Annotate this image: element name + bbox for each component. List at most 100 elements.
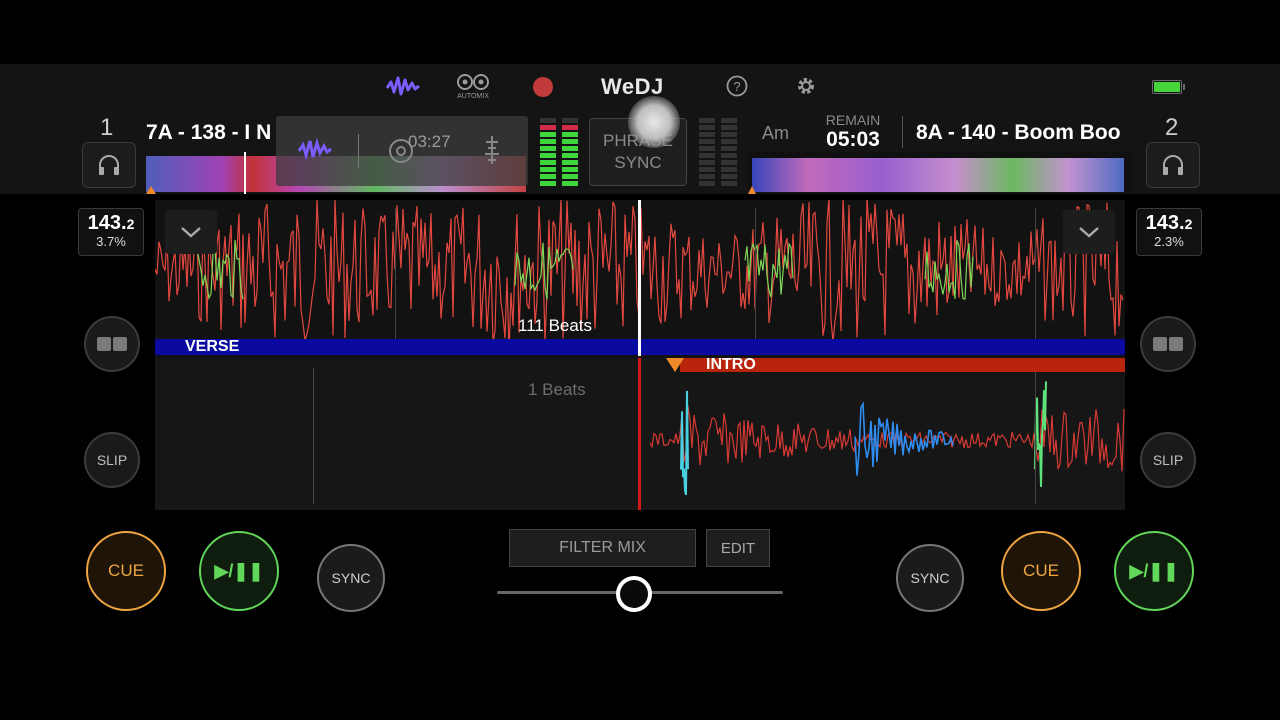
popup-time: 03:27 xyxy=(408,132,451,151)
settings-icon[interactable] xyxy=(796,76,816,96)
deck1-phrase-label: VERSE xyxy=(185,338,240,355)
deck1-cue-button[interactable]: CUE xyxy=(86,531,166,611)
meter-segment xyxy=(699,174,715,179)
deck2-overview-waveform[interactable] xyxy=(748,152,1132,194)
deck1-beat-count: 111 Beats xyxy=(518,316,593,335)
meter-segment xyxy=(721,139,737,144)
deck2-level-meter xyxy=(697,118,743,188)
deck1-play-pause-button[interactable]: ▶/❚❚ xyxy=(199,531,279,611)
divider xyxy=(358,134,359,168)
meter-segment xyxy=(699,118,715,123)
chevron-down-icon xyxy=(1079,227,1099,238)
meter-segment xyxy=(562,139,578,144)
meter-segment xyxy=(562,146,578,151)
beat-grid-line xyxy=(395,208,396,340)
meter-segment xyxy=(540,146,556,151)
deck2-slip-button[interactable]: SLIP xyxy=(1140,432,1196,488)
deck2-bpm-dec: 2 xyxy=(1184,216,1193,232)
headphone-icon xyxy=(1163,155,1183,175)
beat-grid-line xyxy=(313,368,314,504)
deck2-number: 2 xyxy=(1165,114,1179,141)
pads-icon xyxy=(97,337,127,351)
edit-button[interactable]: EDIT xyxy=(706,529,770,567)
deck2-remain-time[interactable]: 05:03 xyxy=(818,128,888,152)
deck2-play-pause-button[interactable]: ▶/❚❚ xyxy=(1114,531,1194,611)
beat-grid-line xyxy=(1035,208,1036,340)
waveform-icon[interactable] xyxy=(298,138,332,160)
deck1-level-meter xyxy=(538,118,584,188)
meter-segment xyxy=(699,181,715,186)
meter-segment xyxy=(562,125,578,130)
meter-segment xyxy=(699,153,715,158)
meter-segment xyxy=(540,181,556,186)
meter-segment xyxy=(699,146,715,151)
deck1-track-title: 7A - 138 - I N xyxy=(146,121,272,144)
cue-marker-icon xyxy=(666,358,684,372)
meter-segment xyxy=(699,139,715,144)
meter-segment xyxy=(699,167,715,172)
meter-segment xyxy=(721,146,737,151)
deck1-sync-button[interactable]: SYNC xyxy=(317,544,385,612)
meter-segment xyxy=(540,139,556,144)
deck2-cue-button[interactable]: CUE xyxy=(1001,531,1081,611)
crossfader-knob[interactable] xyxy=(616,576,653,612)
deck1-number: 1 xyxy=(100,114,114,141)
meter-segment xyxy=(540,153,556,158)
deck2-headphone-button[interactable] xyxy=(1146,142,1200,188)
divider xyxy=(902,116,903,148)
svg-text:?: ? xyxy=(733,79,740,94)
meter-segment xyxy=(699,125,715,130)
headphone-icon xyxy=(99,155,119,175)
deck2-remain-label: REMAIN xyxy=(825,112,881,128)
meter-segment xyxy=(721,167,737,172)
meter-segment xyxy=(540,125,556,130)
meter-segment xyxy=(562,118,578,123)
waveform-icon[interactable] xyxy=(386,74,420,98)
deck2-track-title: 8A - 140 - Boom Boo xyxy=(916,121,1121,144)
meter-segment xyxy=(721,181,737,186)
pads-icon xyxy=(1153,337,1183,351)
meter-segment xyxy=(721,160,737,165)
deck2-zoom-toggle[interactable] xyxy=(1063,210,1115,254)
deck2-pitch: 2.3% xyxy=(1154,234,1184,249)
deck1-bpm-dec: 2 xyxy=(126,216,135,232)
meter-segment xyxy=(562,132,578,137)
deck2-sync-button[interactable]: SYNC xyxy=(896,544,964,612)
deck1-popup-overlay: 03:27 xyxy=(276,116,528,186)
meter-segment xyxy=(699,160,715,165)
automix-icon[interactable]: AUTOMIX xyxy=(456,72,490,100)
beat-grid-line xyxy=(755,208,756,340)
deck2-bpm-display[interactable]: 143.2 2.3% xyxy=(1136,208,1202,256)
meter-segment xyxy=(562,174,578,179)
meter-segment xyxy=(721,118,737,123)
meter-segment xyxy=(540,167,556,172)
deck2-loop-button[interactable] xyxy=(1140,316,1196,372)
help-icon[interactable]: ? xyxy=(726,75,748,97)
meter-segment xyxy=(562,181,578,186)
meter-segment xyxy=(721,132,737,137)
touch-indicator xyxy=(628,96,680,148)
deck1-slip-button[interactable]: SLIP xyxy=(84,432,140,488)
record-icon[interactable] xyxy=(533,77,553,97)
meter-segment xyxy=(562,160,578,165)
meter-segment xyxy=(721,174,737,179)
automix-label: AUTOMIX xyxy=(457,93,489,100)
meter-segment xyxy=(699,132,715,137)
deck2-key: Am xyxy=(762,123,789,143)
meter-segment xyxy=(721,153,737,158)
meter-segment xyxy=(562,167,578,172)
deck1-pitch: 3.7% xyxy=(96,234,126,249)
deck1-bpm-display[interactable]: 143.2 3.7% xyxy=(78,208,144,256)
battery-icon xyxy=(1152,80,1182,94)
meter-segment xyxy=(540,174,556,179)
battery-tip xyxy=(1183,84,1185,90)
deck2-playhead xyxy=(638,358,641,510)
filter-mix-button[interactable]: FILTER MIX xyxy=(509,529,696,567)
eq-icon[interactable] xyxy=(482,134,502,166)
deck1-zoom-toggle[interactable] xyxy=(165,210,217,254)
meter-segment xyxy=(562,153,578,158)
deck1-headphone-button[interactable] xyxy=(82,142,136,188)
deck1-playhead xyxy=(638,200,641,356)
meter-segment xyxy=(540,160,556,165)
deck1-loop-button[interactable] xyxy=(84,316,140,372)
